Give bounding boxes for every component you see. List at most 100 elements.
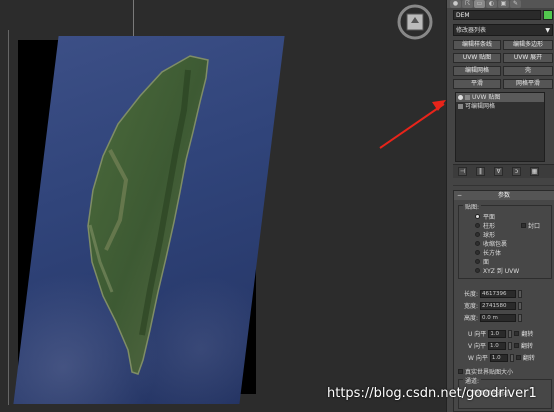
real-world-map-size-checkbox[interactable]: 真实世界贴图大小 [458,367,513,376]
radio-label: 面 [483,259,490,266]
radio-label: XYZ 到 UVW [483,268,520,275]
radio-dot [475,214,480,219]
flip-label: 翻转 [522,355,535,362]
length-input[interactable]: 4617396 [480,289,517,298]
parameters-rollout: − 参数 贴图: 平面 柱形 球形 收缩包裹 长方体 面 XYZ 到 UVW 封… [453,190,554,412]
flip-label: 翻转 [521,331,534,338]
collapse-icon: − [457,192,463,199]
uvw-unwrap-button[interactable]: UVW 展开 [503,53,553,63]
width-input[interactable]: 2741580 [480,301,517,310]
flip-checkbox[interactable] [514,343,520,348]
stack-item-label: 可编辑网格 [465,103,496,110]
length-field: 长度: 4617396 [464,289,523,298]
modifier-list-label: 修改器列表 [456,27,487,34]
modify-tab[interactable]: ▭ [474,0,485,8]
cap-checkbox[interactable]: 封口 [521,221,540,230]
radio-dot [475,241,480,246]
v-tile-input[interactable]: 1.0 [488,341,507,350]
radio-dot [475,259,480,264]
shell-button[interactable]: 壳 [503,66,553,76]
radio-dot [475,223,480,228]
flip-checkbox[interactable] [514,331,520,336]
meshsmooth-button[interactable]: 网格平滑 [503,79,553,89]
spinner[interactable] [508,329,513,338]
make-unique-icon[interactable]: ∀ [494,167,503,176]
spinner[interactable] [518,313,523,322]
field-label: U 向平 [468,331,487,338]
toggle-icon [465,95,470,100]
stack-toolbar: ⊣ ‖ ∀ ↄ ▦ [453,164,554,178]
smooth-button[interactable]: 平滑 [453,79,501,89]
w-tile-row: W 向平 1.0 翻转 [468,353,535,362]
eye-icon[interactable] [458,95,463,100]
spinner[interactable] [518,301,523,310]
pin-stack-icon[interactable]: ⊣ [458,167,467,176]
radio-label: 球形 [483,232,496,239]
height-input[interactable]: 0.0 m [480,313,517,322]
checkbox-label: 封口 [528,223,541,230]
hierarchy-tab[interactable]: ☈ [462,0,473,8]
remove-modifier-icon[interactable]: ↄ [512,167,521,176]
field-label: 高度: [464,315,479,322]
flip-checkbox[interactable] [515,355,521,360]
edit-poly-button[interactable]: 编辑多边形 [503,40,553,50]
radio-xyz-to-uvw[interactable]: XYZ 到 UVW [475,266,519,275]
radio-planar[interactable]: 平面 [475,212,495,221]
spinner[interactable] [518,289,523,298]
show-end-result-icon[interactable]: ‖ [476,167,485,176]
edit-mesh-button[interactable]: 编辑网格 [453,66,501,76]
divider [453,185,554,186]
perspective-viewport[interactable] [0,0,446,412]
channel-title: 通道: [463,376,482,385]
u-tile-input[interactable]: 1.0 [488,329,507,338]
spinner[interactable] [509,353,514,362]
stack-item-label: UVW 贴图 [472,94,501,101]
checkbox-box [458,369,463,374]
radio-dot [475,268,480,273]
radio-dot [475,250,480,255]
radio-box[interactable]: 长方体 [475,248,501,257]
radio-label: 柱形 [483,223,496,230]
mapping-title: 贴图: [463,202,482,211]
command-panel-tabs: ● ☈ ▭ ◐ ▣ ✎ [447,0,554,8]
stack-item-uvw-map[interactable]: UVW 贴图 [456,93,544,102]
u-tile-row: U 向平 1.0 翻转 [468,329,533,338]
w-tile-input[interactable]: 1.0 [489,353,508,362]
configure-sets-icon[interactable]: ▦ [530,167,539,176]
radio-label: 长方体 [483,250,502,257]
field-label: W 向平 [468,355,488,362]
radio-label: 平面 [483,214,496,221]
display-tab[interactable]: ▣ [498,0,509,8]
motion-tab[interactable]: ◐ [486,0,497,8]
field-label: V 向平 [468,343,487,350]
toggle-icon [458,104,463,109]
object-color-swatch[interactable] [543,10,553,20]
uvw-map-button[interactable]: UVW 贴图 [453,53,501,63]
modifier-list-dropdown[interactable]: 修改器列表 ▼ [453,24,553,36]
radio-dot [475,232,480,237]
utilities-tab[interactable]: ✎ [510,0,521,8]
field-label: 长度: [464,291,479,298]
checkbox-label: 真实世界贴图大小 [465,369,514,376]
spinner[interactable] [508,341,513,350]
rollout-header[interactable]: − 参数 [454,191,554,200]
radio-face[interactable]: 面 [475,257,489,266]
radio-label: 收缩包裹 [483,241,508,248]
radio-cylindrical[interactable]: 柱形 [475,221,495,230]
flip-label: 翻转 [521,343,534,350]
radio-shrink-wrap[interactable]: 收缩包裹 [475,239,507,248]
object-name-field[interactable]: DEM [453,10,541,20]
modifier-stack: UVW 贴图 可编辑网格 [455,92,545,162]
field-label: 宽度: [464,303,479,310]
command-panel: ● ☈ ▭ ◐ ▣ ✎ DEM 修改器列表 ▼ 编辑样条线 编辑多边形 UVW … [446,0,554,412]
edit-spline-button[interactable]: 编辑样条线 [453,40,501,50]
watermark-text: https://blog.csdn.net/goodriver1 [327,386,537,401]
mapping-group: 贴图: 平面 柱形 球形 收缩包裹 长方体 面 XYZ 到 UVW 封口 [458,202,552,279]
width-field: 宽度: 2741580 [464,301,523,310]
radio-spherical[interactable]: 球形 [475,230,495,239]
create-tab[interactable]: ● [450,0,461,8]
red-annotation-arrow [379,100,446,149]
chevron-down-icon: ▼ [545,27,550,34]
stack-item-editable-mesh[interactable]: 可编辑网格 [456,102,544,111]
rollout-title: 参数 [497,192,510,199]
